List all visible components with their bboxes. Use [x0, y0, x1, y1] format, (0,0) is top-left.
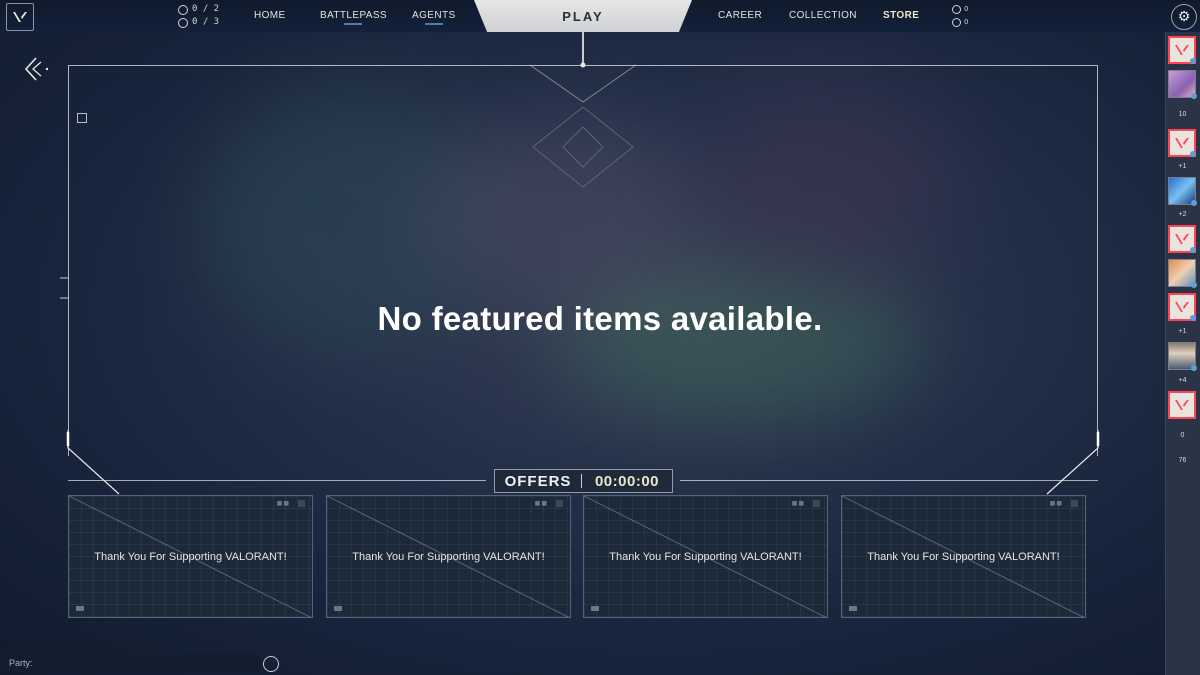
valorant-points-icon	[952, 5, 961, 14]
online-status-icon	[1190, 151, 1196, 157]
clock-icon	[178, 4, 188, 15]
valorant-logo-icon	[1175, 234, 1189, 244]
online-status-icon	[1191, 93, 1197, 99]
chevron-left-icon	[24, 57, 49, 81]
nav-battlepass[interactable]: BATTLEPASS	[320, 10, 387, 25]
valorant-logo-icon	[1175, 138, 1189, 148]
offer-card-text: Thank You For Supporting VALORANT!	[609, 551, 802, 563]
frame-side-marks	[60, 277, 69, 299]
card-video-icon	[591, 606, 599, 611]
sidebar-party-count: +1	[1178, 328, 1187, 335]
nav-underline	[344, 23, 363, 25]
valorant-logo-icon	[1175, 45, 1189, 55]
party-chat-icon[interactable]	[263, 656, 279, 672]
friend-avatar[interactable]	[1168, 129, 1196, 157]
online-status-icon	[1190, 315, 1196, 321]
card-dots-icon: ■■	[276, 500, 290, 507]
fullscreen-icon[interactable]	[77, 113, 87, 123]
sidebar-count: 10	[1178, 111, 1187, 118]
offer-card-text: Thank You For Supporting VALORANT!	[94, 551, 287, 563]
valorant-logo-icon	[13, 12, 27, 22]
featured-bundle-frame	[68, 65, 1098, 456]
offer-card[interactable]: ■■ Thank You For Supporting VALORANT!	[326, 495, 571, 618]
friend-avatar[interactable]	[1168, 342, 1197, 371]
friend-avatar[interactable]	[1168, 293, 1196, 321]
card-square-icon	[1071, 500, 1078, 507]
radianite-icon	[952, 18, 961, 27]
daily-mission-count: 0 / 2	[192, 4, 220, 14]
nav-home[interactable]: HOME	[254, 10, 286, 21]
featured-empty-message: No featured items available.	[377, 300, 823, 337]
card-dots-icon: ■■	[534, 500, 548, 507]
frame-corner-right	[1046, 430, 1100, 495]
valorant-logo-icon	[1175, 302, 1189, 312]
card-video-icon	[76, 606, 84, 611]
card-square-icon	[813, 500, 820, 507]
online-status-icon	[1191, 282, 1197, 288]
sidebar-party-count: +4	[1178, 377, 1187, 384]
offer-card-text: Thank You For Supporting VALORANT!	[352, 551, 545, 563]
card-square-icon	[298, 500, 305, 507]
offer-card-text: Thank You For Supporting VALORANT!	[867, 551, 1060, 563]
currency-display[interactable]: 0 0	[952, 3, 968, 29]
mission-progress[interactable]: 0 / 2 0 / 3	[178, 3, 219, 29]
offers-timer: 00:00:00	[594, 472, 660, 490]
online-status-icon	[1191, 365, 1197, 371]
offers-title: OFFERS	[504, 472, 572, 490]
sidebar-count: 76	[1178, 457, 1187, 464]
nav-agents[interactable]: AGENTS	[412, 10, 456, 25]
nav-store[interactable]: STORE	[883, 10, 919, 21]
nav-career[interactable]: CAREER	[718, 10, 762, 21]
radianite-value: 0	[964, 18, 969, 26]
valorant-logo-icon	[1175, 400, 1189, 410]
valorant-points-value: 0	[964, 5, 969, 13]
friend-avatar[interactable]	[1168, 36, 1196, 64]
sidebar-party-count: +2	[1178, 211, 1187, 218]
card-dots-icon: ■■	[791, 500, 805, 507]
friend-avatar[interactable]	[1168, 391, 1196, 419]
offer-card[interactable]: ■■ Thank You For Supporting VALORANT!	[583, 495, 828, 618]
card-square-icon	[556, 500, 563, 507]
friend-avatar[interactable]	[1168, 259, 1197, 288]
card-dots-icon: ■■	[1049, 500, 1063, 507]
friend-avatar[interactable]	[1168, 177, 1197, 206]
frame-corner-left	[66, 430, 120, 495]
offers-divider-left	[68, 480, 486, 481]
nav-collection[interactable]: COLLECTION	[789, 10, 857, 21]
online-status-icon	[1190, 58, 1196, 64]
offer-card[interactable]: ■■ Thank You For Supporting VALORANT!	[841, 495, 1086, 618]
offer-card[interactable]: ■■ Thank You For Supporting VALORANT!	[68, 495, 313, 618]
nav-underline	[424, 23, 443, 25]
weekly-mission-count: 0 / 3	[192, 17, 220, 27]
party-chat-input[interactable]: Party:	[0, 653, 260, 673]
party-label: Party:	[9, 658, 33, 668]
sidebar-count: 0	[1180, 432, 1185, 439]
friend-avatar[interactable]	[1168, 70, 1197, 99]
top-navigation-bar: 0 / 2 0 / 3 HOME BATTLEPASS AGENTS PLAY …	[0, 0, 1200, 32]
valorant-menu-button[interactable]	[6, 3, 34, 31]
card-video-icon	[849, 606, 857, 611]
card-video-icon	[334, 606, 342, 611]
play-button[interactable]: PLAY	[474, 0, 692, 32]
online-status-icon	[1191, 200, 1197, 206]
friend-avatar[interactable]	[1168, 225, 1196, 253]
online-status-icon	[1190, 247, 1196, 253]
back-button[interactable]	[22, 56, 50, 84]
gear-icon: ⚙	[1177, 9, 1191, 25]
plus-circle-icon	[178, 17, 188, 28]
sidebar-party-count: +1	[1178, 163, 1187, 170]
offers-header: OFFERS 00:00:00	[494, 469, 673, 493]
settings-button[interactable]: ⚙	[1171, 4, 1197, 30]
offers-divider-right	[680, 480, 1098, 481]
